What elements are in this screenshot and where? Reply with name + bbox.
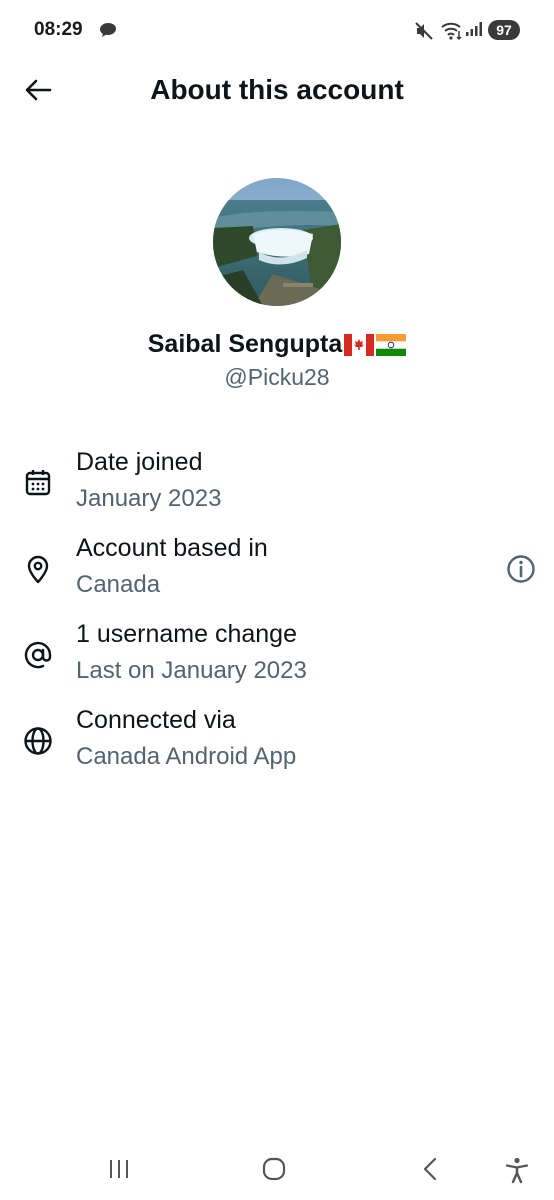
detail-row-connected-via: Connected via Canada Android App [0,706,554,786]
detail-row-account-based: Account based in Canada [0,534,554,614]
accessibility-icon[interactable] [503,1156,531,1189]
status-time: 08:29 [34,19,83,40]
detail-value: Canada [76,571,161,598]
detail-row-username-change: 1 username change Last on January 2023 [0,620,554,700]
mute-icon [414,21,434,46]
profile-name-text: Saibal Sengupta [147,330,343,358]
wifi-icon [440,19,464,46]
profile-handle: @Picku28 [224,364,330,390]
battery-level: 97 [488,20,520,40]
page-title: About this account [150,74,404,105]
detail-value: Last on January 2023 [76,657,307,684]
detail-value: January 2023 [76,485,222,512]
info-icon[interactable] [505,553,537,585]
avatar[interactable] [213,178,341,306]
detail-row-date-joined: Date joined January 2023 [0,448,554,528]
back-icon[interactable] [418,1156,444,1187]
status-bar: 08:29 97 [0,0,554,62]
detail-title: 1 username change [76,620,297,648]
home-icon[interactable] [261,1156,287,1187]
calendar-icon [22,467,54,499]
location-pin-icon [22,553,54,585]
india-flag-icon [376,333,407,356]
profile-name: Saibal Sengupta [0,330,554,359]
detail-title: Account based in [76,534,268,562]
chat-bubble-icon [99,22,117,43]
canada-flag-icon [344,333,375,356]
detail-value: Canada Android App [76,743,297,770]
recent-apps-icon[interactable] [106,1156,132,1187]
globe-icon [22,725,54,757]
signal-icon [465,21,483,42]
at-sign-icon [22,639,54,671]
detail-title: Connected via [76,706,236,734]
system-nav-bar [0,1140,554,1200]
header: About this account [0,62,554,122]
detail-title: Date joined [76,448,203,476]
